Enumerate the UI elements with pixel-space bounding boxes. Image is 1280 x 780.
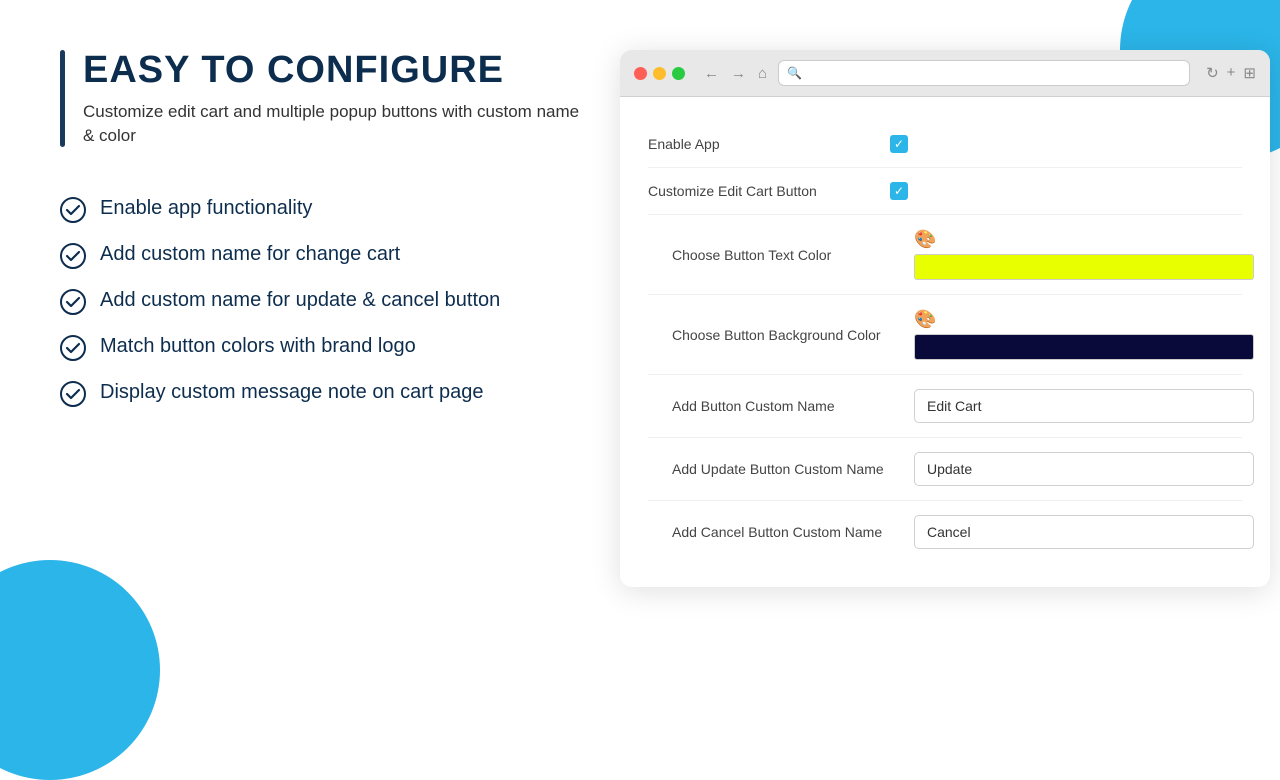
bg-color-picker-icon[interactable]: 🎨 <box>914 309 936 330</box>
cancel-name-input[interactable] <box>914 515 1254 549</box>
update-name-input[interactable] <box>914 452 1254 486</box>
grid-button[interactable]: ⊞ <box>1243 64 1256 82</box>
heading-border-decoration <box>60 50 65 147</box>
browser-addressbar[interactable]: 🔍 <box>778 60 1190 86</box>
button-name-control <box>914 389 1254 423</box>
browser-actions: ↻ + ⊞ <box>1206 64 1256 82</box>
browser-toolbar: ← → ⌂ 🔍 ↻ + ⊞ <box>620 50 1270 97</box>
traffic-light-green[interactable] <box>672 67 685 80</box>
enable-app-control: ✓ <box>890 135 1242 153</box>
customize-edit-cart-row: Customize Edit Cart Button ✓ <box>648 168 1242 215</box>
text-color-control: 🎨 <box>914 229 1254 280</box>
browser-nav: ← → ⌂ <box>701 63 770 84</box>
feature-text-3: Add custom name for update & cancel butt… <box>100 287 500 314</box>
feature-item-3: Add custom name for update & cancel butt… <box>60 287 580 315</box>
cancel-name-control <box>914 515 1254 549</box>
back-button[interactable]: ← <box>701 63 722 84</box>
check-icon-3 <box>60 289 86 315</box>
traffic-lights <box>634 67 685 80</box>
text-color-picker-icon[interactable]: 🎨 <box>914 229 936 250</box>
browser-window: ← → ⌂ 🔍 ↻ + ⊞ Enable App <box>620 50 1270 587</box>
cancel-name-row: Add Cancel Button Custom Name <box>648 501 1242 563</box>
feature-item-5: Display custom message note on cart page <box>60 379 580 407</box>
feature-text-2: Add custom name for change cart <box>100 241 400 268</box>
search-icon: 🔍 <box>787 66 802 80</box>
customize-edit-cart-checkbox-wrapper: ✓ <box>890 182 1242 200</box>
feature-text-5: Display custom message note on cart page <box>100 379 484 406</box>
feature-item-2: Add custom name for change cart <box>60 241 580 269</box>
check-icon-4 <box>60 335 86 361</box>
bg-color-picker-row: 🎨 <box>914 309 1254 330</box>
customize-edit-cart-checkbox[interactable]: ✓ <box>890 182 908 200</box>
customize-edit-cart-control: ✓ <box>890 182 1242 200</box>
feature-item-1: Enable app functionality <box>60 195 580 223</box>
feature-item-4: Match button colors with brand logo <box>60 333 580 361</box>
enable-app-row: Enable App ✓ <box>648 121 1242 168</box>
browser-content: Enable App ✓ Customize Edit Cart Button … <box>620 97 1270 587</box>
bg-color-bar[interactable] <box>914 334 1254 360</box>
button-name-input[interactable] <box>914 389 1254 423</box>
check-icon-2 <box>60 243 86 269</box>
check-icon-5 <box>60 381 86 407</box>
button-name-row: Add Button Custom Name <box>648 375 1242 438</box>
traffic-light-red[interactable] <box>634 67 647 80</box>
enable-app-checkbox[interactable]: ✓ <box>890 135 908 153</box>
page-subtitle: Customize edit cart and multiple popup b… <box>83 100 580 148</box>
update-name-label: Add Update Button Custom Name <box>672 461 902 477</box>
enable-app-checkbox-wrapper: ✓ <box>890 135 1242 153</box>
bg-color-row: Choose Button Background Color 🎨 <box>648 295 1242 375</box>
left-panel: EASY TO CONFIGURE Customize edit cart an… <box>60 50 580 407</box>
text-color-row: Choose Button Text Color 🎨 <box>648 215 1242 295</box>
right-panel: ← → ⌂ 🔍 ↻ + ⊞ Enable App <box>620 50 1270 587</box>
text-color-bar[interactable] <box>914 254 1254 280</box>
traffic-light-yellow[interactable] <box>653 67 666 80</box>
features-list: Enable app functionality Add custom name… <box>60 195 580 407</box>
bg-color-label: Choose Button Background Color <box>672 327 902 343</box>
check-icon-1 <box>60 197 86 223</box>
update-name-row: Add Update Button Custom Name <box>648 438 1242 501</box>
update-name-control <box>914 452 1254 486</box>
enable-app-label: Enable App <box>648 136 878 152</box>
forward-button[interactable]: → <box>728 63 749 84</box>
cancel-name-label: Add Cancel Button Custom Name <box>672 524 902 540</box>
refresh-button[interactable]: ↻ <box>1206 64 1219 82</box>
heading-content: EASY TO CONFIGURE Customize edit cart an… <box>83 50 580 147</box>
button-name-label: Add Button Custom Name <box>672 398 902 414</box>
new-tab-button[interactable]: + <box>1227 64 1236 82</box>
home-button[interactable]: ⌂ <box>755 63 770 84</box>
heading-block: EASY TO CONFIGURE Customize edit cart an… <box>60 50 580 147</box>
feature-text-4: Match button colors with brand logo <box>100 333 416 360</box>
text-color-picker-row: 🎨 <box>914 229 1254 250</box>
customize-edit-cart-label: Customize Edit Cart Button <box>648 183 878 199</box>
bg-color-control: 🎨 <box>914 309 1254 360</box>
text-color-label: Choose Button Text Color <box>672 247 902 263</box>
page-title: EASY TO CONFIGURE <box>83 50 580 92</box>
feature-text-1: Enable app functionality <box>100 195 312 222</box>
